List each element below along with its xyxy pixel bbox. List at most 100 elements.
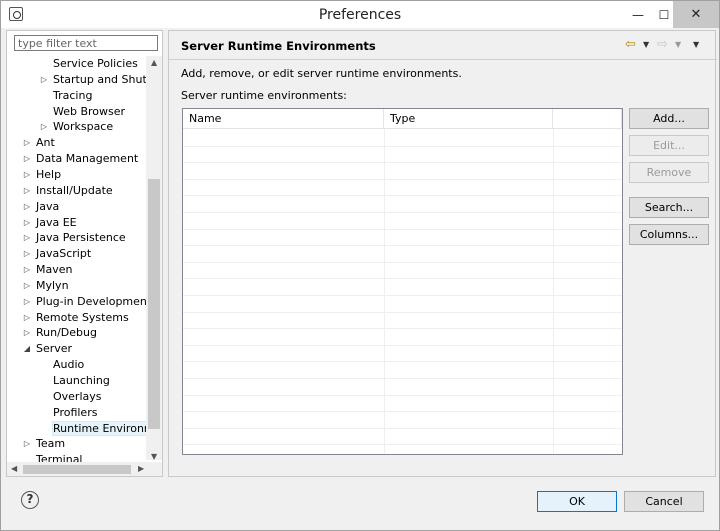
collapsed-arrow-icon[interactable]: ▷ [22, 215, 32, 231]
tree-item[interactable]: ▷ Data Management [24, 151, 139, 167]
tree-item[interactable]: Audio [53, 357, 84, 373]
tree-vertical-scroll-thumb[interactable] [148, 179, 160, 429]
tree-item[interactable]: ▷ Java [24, 199, 59, 215]
tree-item-label: Profilers [53, 405, 98, 419]
tree-item-label: Workspace [53, 120, 114, 134]
expanded-arrow-icon[interactable]: ◢ [22, 341, 32, 357]
tree-item-label: Run/Debug [36, 326, 97, 340]
header-divider [169, 59, 717, 60]
tree-item[interactable]: Terminal [36, 452, 83, 462]
tree-item[interactable]: Web Browser [53, 104, 125, 120]
tree-item-label: Remote Systems [36, 310, 129, 324]
collapsed-arrow-icon[interactable]: ▷ [22, 278, 32, 294]
table-row [183, 311, 622, 313]
add-button[interactable]: Add... [629, 108, 709, 129]
tree-item[interactable]: Overlays [53, 389, 102, 405]
forward-arrow-icon[interactable]: ⇨ [657, 37, 668, 52]
tree-item[interactable]: ▷ Java EE [24, 215, 77, 231]
collapsed-arrow-icon[interactable]: ▷ [22, 262, 32, 278]
collapsed-arrow-icon[interactable]: ▷ [39, 72, 49, 88]
collapsed-arrow-icon[interactable]: ▷ [22, 310, 32, 326]
columns-button[interactable]: Columns... [629, 224, 709, 245]
runtime-list-label: Server runtime environments: [181, 89, 347, 102]
table-row [183, 444, 622, 446]
tree-item[interactable]: Runtime Environme [51, 420, 146, 437]
tree-item[interactable]: ▷ Maven [24, 262, 73, 278]
tree-item[interactable]: ▷ Plug-in Development [24, 294, 146, 310]
collapsed-arrow-icon[interactable]: ▷ [22, 199, 32, 215]
collapsed-arrow-icon[interactable]: ▷ [22, 151, 32, 167]
tree-item[interactable]: ▷ Ant [24, 135, 55, 151]
tree-horizontal-scroll-thumb[interactable] [23, 465, 131, 474]
close-button[interactable]: ✕ [673, 1, 719, 28]
view-menu-icon[interactable]: ▼ [693, 40, 699, 49]
collapsed-arrow-icon[interactable]: ▷ [22, 183, 32, 199]
preference-tree-panel: Service Policies ▷ Startup and Shutdo Traci… [6, 30, 163, 477]
table-row [183, 145, 622, 147]
table-row [183, 278, 622, 280]
tree-item-label: Maven [36, 263, 73, 277]
tree-item[interactable]: ▷ Startup and Shutdo [41, 72, 146, 88]
scroll-right-arrow-icon[interactable]: ▶ [138, 464, 144, 473]
column-header-type[interactable]: Type [384, 109, 553, 129]
help-icon[interactable]: ? [21, 491, 39, 509]
tree-item[interactable]: ▷ Run/Debug [24, 325, 97, 341]
filter-input[interactable] [14, 35, 158, 51]
tree-item-label: Audio [53, 358, 85, 372]
table-row [183, 261, 622, 263]
maximize-button[interactable]: ☐ [653, 1, 675, 28]
tree-item-label: JavaScript [36, 247, 92, 261]
tree-item[interactable]: ▷ Remote Systems [24, 310, 129, 326]
collapsed-arrow-icon[interactable]: ▷ [22, 246, 32, 262]
runtime-environments-table[interactable]: Name Type [182, 108, 623, 455]
tree-item[interactable]: ▷ Team [24, 436, 65, 452]
tree-item[interactable]: ▷ Install/Update [24, 183, 113, 199]
page-navigation: ⇦ ▼ ⇨ ▼ ▼ [625, 37, 711, 53]
tree-item-label: Web Browser [53, 104, 126, 118]
tree-item[interactable]: Service Policies [53, 56, 138, 72]
collapsed-arrow-icon[interactable]: ▷ [22, 436, 32, 452]
tree-item-label: Service Policies [53, 57, 138, 70]
tree-item[interactable]: ◢ Server [24, 341, 72, 357]
window-title: Preferences [318, 7, 402, 23]
tree-item-label: Data Management [36, 152, 139, 166]
tree-item-label: Plug-in Development [36, 294, 146, 308]
preferences-window: Preferences — ☐ ✕ Service Policies ▷ Start… [0, 0, 720, 531]
ok-button[interactable]: OK [537, 491, 617, 512]
tree-item[interactable]: Launching [53, 373, 110, 389]
tree-item[interactable]: Profilers [53, 405, 97, 421]
edit-button[interactable]: Edit... [629, 135, 709, 156]
minimize-button[interactable]: — [623, 1, 653, 28]
tree-item[interactable]: Tracing [53, 88, 92, 104]
collapsed-arrow-icon[interactable]: ▷ [39, 119, 49, 135]
tree-item[interactable]: ▷ Java Persistence [24, 230, 126, 246]
table-row [183, 162, 622, 164]
tree-item-label: Terminal [36, 453, 83, 462]
collapsed-arrow-icon[interactable]: ▷ [22, 167, 32, 183]
table-column-divider [553, 129, 554, 454]
tree-item-label: Help [36, 167, 62, 181]
scroll-left-arrow-icon[interactable]: ◀ [11, 464, 17, 473]
table-row [183, 411, 622, 413]
tree-item[interactable]: ▷ Mylyn [24, 278, 69, 294]
back-dropdown-chevron-icon[interactable]: ▼ [643, 40, 649, 49]
scroll-up-arrow-icon[interactable]: ▲ [151, 58, 157, 67]
collapsed-arrow-icon[interactable]: ▷ [22, 135, 32, 151]
table-row [183, 295, 622, 296]
search-button[interactable]: Search... [629, 197, 709, 218]
cancel-button[interactable]: Cancel [624, 491, 704, 512]
tree-item[interactable]: ▷ Workspace [41, 119, 114, 135]
tree-item[interactable]: ▷ Help [24, 167, 62, 183]
collapsed-arrow-icon[interactable]: ▷ [22, 230, 32, 246]
scroll-down-arrow-icon[interactable]: ▼ [151, 452, 157, 461]
collapsed-arrow-icon[interactable]: ▷ [22, 325, 32, 341]
tree-item-label: Tracing [53, 88, 93, 102]
forward-dropdown-chevron-icon[interactable]: ▼ [675, 40, 681, 49]
table-row [183, 212, 622, 213]
title-bar[interactable]: Preferences — ☐ ✕ [1, 1, 719, 28]
collapsed-arrow-icon[interactable]: ▷ [22, 294, 32, 310]
remove-button[interactable]: Remove [629, 162, 709, 183]
back-arrow-icon[interactable]: ⇦ [625, 37, 636, 52]
tree-item[interactable]: ▷ JavaScript [24, 246, 92, 262]
column-header-name[interactable]: Name [183, 109, 384, 129]
